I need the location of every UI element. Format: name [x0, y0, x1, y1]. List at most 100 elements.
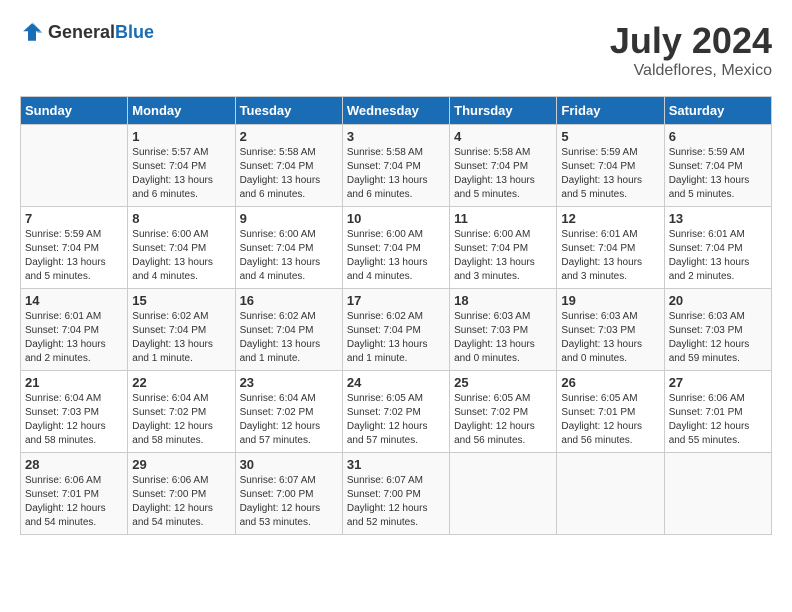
day-number: 23	[240, 375, 338, 390]
table-row: 13Sunrise: 6:01 AM Sunset: 7:04 PM Dayli…	[664, 207, 771, 289]
table-row: 4 Sunrise: 5:58 AM Sunset: 7:04 PM Daylig…	[450, 125, 557, 207]
day-info: Sunrise: 6:01 AM Sunset: 7:04 PM Dayligh…	[561, 228, 659, 284]
day-info: Sunrise: 6:06 AM Sunset: 7:00 PM Dayligh…	[132, 474, 230, 530]
calendar-week-row: 14Sunrise: 6:01 AM Sunset: 7:04 PM Dayli…	[21, 289, 772, 371]
calendar-week-row: 28 Sunrise: 6:06 AM Sunset: 7:01 PM Dayli…	[21, 453, 772, 535]
day-info: Sunrise: 6:00 AM Sunset: 7:04 PM Dayligh…	[347, 228, 445, 284]
table-row: 11 Sunrise: 6:00 AM Sunset: 7:04 PM Dayli…	[450, 207, 557, 289]
table-row: 27 Sunrise: 6:06 AM Sunset: 7:01 PM Dayli…	[664, 371, 771, 453]
calendar-table: Sunday Monday Tuesday Wednesday Thursday…	[20, 96, 772, 535]
day-info: Sunrise: 6:02 AM Sunset: 7:04 PM Dayligh…	[132, 310, 230, 366]
day-number: 19	[561, 293, 659, 308]
day-info: Sunrise: 6:00 AM Sunset: 7:04 PM Dayligh…	[454, 228, 552, 284]
day-number: 22	[132, 375, 230, 390]
table-row: 23 Sunrise: 6:04 AM Sunset: 7:02 PM Dayli…	[235, 371, 342, 453]
day-info: Sunrise: 6:06 AM Sunset: 7:01 PM Dayligh…	[669, 392, 767, 448]
table-row	[664, 453, 771, 535]
day-number: 6	[669, 129, 767, 144]
table-row: 1 Sunrise: 5:57 AM Sunset: 7:04 PM Daylig…	[128, 125, 235, 207]
day-info: Sunrise: 6:06 AM Sunset: 7:01 PM Dayligh…	[25, 474, 123, 530]
day-info: Sunrise: 5:58 AM Sunset: 7:04 PM Dayligh…	[240, 146, 338, 202]
table-row: 22 Sunrise: 6:04 AM Sunset: 7:02 PM Dayli…	[128, 371, 235, 453]
day-number: 27	[669, 375, 767, 390]
day-info: Sunrise: 5:58 AM Sunset: 7:04 PM Dayligh…	[347, 146, 445, 202]
day-number: 20	[669, 293, 767, 308]
day-number: 24	[347, 375, 445, 390]
day-number: 21	[25, 375, 123, 390]
table-row: 21 Sunrise: 6:04 AM Sunset: 7:03 PM Dayli…	[21, 371, 128, 453]
calendar-week-row: 1 Sunrise: 5:57 AM Sunset: 7:04 PM Daylig…	[21, 125, 772, 207]
day-number: 4	[454, 129, 552, 144]
page-header: GeneralBlue July 2024 Valdeflores, Mexic…	[20, 20, 772, 80]
table-row	[557, 453, 664, 535]
day-info: Sunrise: 6:02 AM Sunset: 7:04 PM Dayligh…	[240, 310, 338, 366]
table-row: 31 Sunrise: 6:07 AM Sunset: 7:00 PM Dayli…	[342, 453, 449, 535]
table-row: 14Sunrise: 6:01 AM Sunset: 7:04 PM Dayli…	[21, 289, 128, 371]
table-row: 2 Sunrise: 5:58 AM Sunset: 7:04 PM Daylig…	[235, 125, 342, 207]
calendar-week-row: 7 Sunrise: 5:59 AM Sunset: 7:04 PM Daylig…	[21, 207, 772, 289]
col-saturday: Saturday	[664, 97, 771, 125]
table-row: 30 Sunrise: 6:07 AM Sunset: 7:00 PM Dayli…	[235, 453, 342, 535]
day-number: 7	[25, 211, 123, 226]
day-info: Sunrise: 6:05 AM Sunset: 7:01 PM Dayligh…	[561, 392, 659, 448]
table-row: 3 Sunrise: 5:58 AM Sunset: 7:04 PM Daylig…	[342, 125, 449, 207]
day-number: 11	[454, 211, 552, 226]
day-info: Sunrise: 6:00 AM Sunset: 7:04 PM Dayligh…	[240, 228, 338, 284]
day-info: Sunrise: 5:59 AM Sunset: 7:04 PM Dayligh…	[669, 146, 767, 202]
day-info: Sunrise: 6:05 AM Sunset: 7:02 PM Dayligh…	[454, 392, 552, 448]
day-info: Sunrise: 5:59 AM Sunset: 7:04 PM Dayligh…	[561, 146, 659, 202]
day-number: 8	[132, 211, 230, 226]
table-row: 26Sunrise: 6:05 AM Sunset: 7:01 PM Dayli…	[557, 371, 664, 453]
day-number: 31	[347, 457, 445, 472]
title-month: July 2024	[610, 20, 772, 62]
logo-icon	[20, 20, 44, 44]
table-row: 10 Sunrise: 6:00 AM Sunset: 7:04 PM Dayli…	[342, 207, 449, 289]
day-number: 16	[240, 293, 338, 308]
day-info: Sunrise: 6:03 AM Sunset: 7:03 PM Dayligh…	[561, 310, 659, 366]
table-row	[21, 125, 128, 207]
day-info: Sunrise: 6:07 AM Sunset: 7:00 PM Dayligh…	[240, 474, 338, 530]
col-monday: Monday	[128, 97, 235, 125]
day-number: 5	[561, 129, 659, 144]
day-number: 29	[132, 457, 230, 472]
table-row: 16 Sunrise: 6:02 AM Sunset: 7:04 PM Dayli…	[235, 289, 342, 371]
day-number: 3	[347, 129, 445, 144]
day-number: 1	[132, 129, 230, 144]
table-row: 19 Sunrise: 6:03 AM Sunset: 7:03 PM Dayli…	[557, 289, 664, 371]
day-number: 15	[132, 293, 230, 308]
day-info: Sunrise: 6:03 AM Sunset: 7:03 PM Dayligh…	[669, 310, 767, 366]
table-row: 7 Sunrise: 5:59 AM Sunset: 7:04 PM Daylig…	[21, 207, 128, 289]
table-row: 28 Sunrise: 6:06 AM Sunset: 7:01 PM Dayli…	[21, 453, 128, 535]
table-row: 17 Sunrise: 6:02 AM Sunset: 7:04 PM Dayli…	[342, 289, 449, 371]
title-block: July 2024 Valdeflores, Mexico	[610, 20, 772, 80]
day-number: 30	[240, 457, 338, 472]
calendar-header-row: Sunday Monday Tuesday Wednesday Thursday…	[21, 97, 772, 125]
day-number: 13	[669, 211, 767, 226]
day-info: Sunrise: 5:58 AM Sunset: 7:04 PM Dayligh…	[454, 146, 552, 202]
day-info: Sunrise: 6:04 AM Sunset: 7:02 PM Dayligh…	[240, 392, 338, 448]
day-info: Sunrise: 6:04 AM Sunset: 7:03 PM Dayligh…	[25, 392, 123, 448]
day-info: Sunrise: 6:04 AM Sunset: 7:02 PM Dayligh…	[132, 392, 230, 448]
table-row: 29 Sunrise: 6:06 AM Sunset: 7:00 PM Dayli…	[128, 453, 235, 535]
day-number: 28	[25, 457, 123, 472]
table-row	[450, 453, 557, 535]
day-number: 2	[240, 129, 338, 144]
day-info: Sunrise: 6:05 AM Sunset: 7:02 PM Dayligh…	[347, 392, 445, 448]
day-number: 10	[347, 211, 445, 226]
day-info: Sunrise: 6:02 AM Sunset: 7:04 PM Dayligh…	[347, 310, 445, 366]
logo-text-general: General	[48, 22, 115, 42]
table-row: 15 Sunrise: 6:02 AM Sunset: 7:04 PM Dayli…	[128, 289, 235, 371]
day-number: 12	[561, 211, 659, 226]
logo-text-blue: Blue	[115, 22, 154, 42]
day-info: Sunrise: 5:57 AM Sunset: 7:04 PM Dayligh…	[132, 146, 230, 202]
day-info: Sunrise: 5:59 AM Sunset: 7:04 PM Dayligh…	[25, 228, 123, 284]
col-tuesday: Tuesday	[235, 97, 342, 125]
col-sunday: Sunday	[21, 97, 128, 125]
day-info: Sunrise: 6:07 AM Sunset: 7:00 PM Dayligh…	[347, 474, 445, 530]
day-info: Sunrise: 6:03 AM Sunset: 7:03 PM Dayligh…	[454, 310, 552, 366]
day-number: 17	[347, 293, 445, 308]
table-row: 18Sunrise: 6:03 AM Sunset: 7:03 PM Dayli…	[450, 289, 557, 371]
col-thursday: Thursday	[450, 97, 557, 125]
table-row: 9Sunrise: 6:00 AM Sunset: 7:04 PM Daylig…	[235, 207, 342, 289]
table-row: 20 Sunrise: 6:03 AM Sunset: 7:03 PM Dayli…	[664, 289, 771, 371]
